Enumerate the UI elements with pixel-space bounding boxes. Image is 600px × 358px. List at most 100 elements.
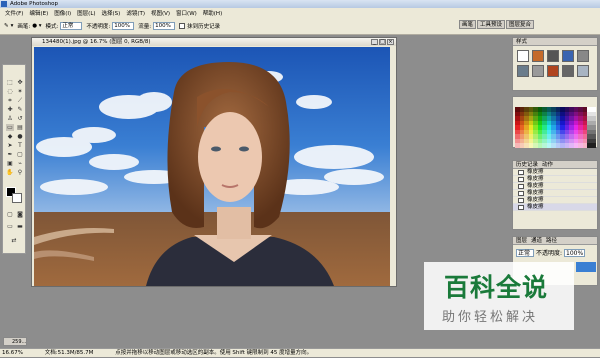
style-swatch[interactable] <box>532 50 544 62</box>
tab-channels[interactable]: 通道 <box>531 237 542 244</box>
tab-history[interactable]: 历史记录 <box>516 161 538 168</box>
close-icon[interactable]: × <box>387 39 394 45</box>
marquee-tool-icon[interactable]: ⬚ <box>6 79 14 86</box>
crop-tool-icon[interactable]: ⌗ <box>6 97 14 104</box>
history-brush-icon[interactable]: ↺ <box>16 115 24 122</box>
color-swatch[interactable] <box>591 143 596 148</box>
history-item[interactable]: 橡皮擦 <box>513 190 597 197</box>
imageready-icon[interactable]: ⇄ <box>10 237 18 244</box>
app-title: Adobe Photoshop <box>10 1 59 7</box>
brush-tool-icon[interactable]: ✎ <box>16 106 24 113</box>
fullscreen-mode-icon[interactable]: ▬ <box>16 223 24 230</box>
notes-tool-icon[interactable]: ▣ <box>6 160 14 167</box>
history-state-icon <box>518 184 524 189</box>
menu-select[interactable]: 选择(S) <box>99 9 124 17</box>
blend-mode-select[interactable]: 正常 <box>516 248 534 257</box>
stamp-tool-icon[interactable]: ♙ <box>6 115 14 122</box>
toolbox: ⬚ ✥ ◌ ✶ ⌗ ⟋ ✚ ✎ ♙ ↺ ▭ ▤ ◆ ● ➤ T ✒ ▢ ▣ ⌁ … <box>2 64 26 254</box>
flow-label: 流量: <box>138 23 152 30</box>
pen-tool-icon[interactable]: ✒ <box>6 151 14 158</box>
mode-label: 模式: <box>45 23 59 30</box>
watermark-title: 百科全说 <box>444 273 549 302</box>
type-tool-icon[interactable]: T <box>16 142 24 149</box>
menu-filter[interactable]: 滤镜(T) <box>123 9 148 17</box>
mode-select[interactable]: 正常 <box>60 21 83 30</box>
maximize-icon[interactable]: □ <box>379 39 386 45</box>
tab-actions[interactable]: 动作 <box>542 161 553 168</box>
style-swatch[interactable] <box>577 50 589 62</box>
image-canvas[interactable] <box>34 47 390 286</box>
standard-mode-icon[interactable]: ▢ <box>6 211 14 218</box>
tab-tool-presets[interactable]: 工具预设 <box>476 20 505 29</box>
history-item[interactable]: 橡皮擦 <box>513 204 597 211</box>
background-color-swatch[interactable] <box>12 193 22 203</box>
watermark: 百科全说 助你轻松解决 <box>424 262 574 330</box>
minimized-document[interactable]: 259... <box>3 337 27 346</box>
shape-tool-icon[interactable]: ▢ <box>16 151 24 158</box>
eyedropper-icon[interactable]: ⌁ <box>16 160 24 167</box>
options-bar: ✎ ▾ 画笔: ● ▾ 模式: 正常 不透明度: 100% 流量: 100% 抹到… <box>0 17 600 35</box>
swatch-grid[interactable] <box>515 107 596 148</box>
menu-help[interactable]: 帮助(H) <box>200 9 225 17</box>
minimize-icon[interactable]: _ <box>371 39 378 45</box>
photoshop-logo-icon <box>1 1 7 7</box>
history-item[interactable]: 橡皮擦 <box>513 176 597 183</box>
flow-input[interactable]: 100% <box>153 21 176 30</box>
tab-styles[interactable]: 样式 <box>516 38 527 45</box>
tab-paths[interactable]: 路径 <box>546 237 557 244</box>
brush-picker[interactable]: ● ▾ <box>32 23 41 29</box>
move-tool-icon[interactable]: ✥ <box>16 79 24 86</box>
style-swatch[interactable] <box>562 65 574 77</box>
tab-brushes[interactable]: 画笔 <box>458 20 476 29</box>
status-bar: 16.67% 文档:51.3M/85.7M 点按并拖移以移动图层或移动选区的副本… <box>0 348 600 357</box>
history-item[interactable]: 橡皮擦 <box>513 197 597 204</box>
layer-thumbnail[interactable] <box>576 262 596 272</box>
screen-mode-icon[interactable]: ▭ <box>6 223 14 230</box>
menu-image[interactable]: 图像(I) <box>51 9 74 17</box>
menu-layer[interactable]: 图层(L) <box>74 9 98 17</box>
style-swatch[interactable] <box>562 50 574 62</box>
style-swatch[interactable] <box>547 50 559 62</box>
tab-layers[interactable]: 图层 <box>516 237 527 244</box>
lasso-tool-icon[interactable]: ◌ <box>6 88 14 95</box>
menu-file[interactable]: 文件(F) <box>2 9 26 17</box>
layer-opacity-input[interactable]: 100% <box>564 248 586 257</box>
tab-layer-comps[interactable]: 图层复合 <box>505 20 534 29</box>
zoom-tool-icon[interactable]: ⚲ <box>16 169 24 176</box>
history-item[interactable]: 橡皮擦 <box>513 169 597 176</box>
palette-well: 画笔 工具预设 图层复合 <box>458 20 534 29</box>
opacity-input[interactable]: 100% <box>112 21 135 30</box>
watermark-subtitle: 助你轻松解决 <box>442 310 539 325</box>
hand-tool-icon[interactable]: ✋ <box>6 169 14 176</box>
menu-window[interactable]: 窗口(W) <box>173 9 200 17</box>
style-swatch[interactable] <box>547 65 559 77</box>
tool-preset-picker[interactable]: ✎ ▾ <box>4 23 13 29</box>
status-doc-size: 文档:51.3M/85.7M <box>44 350 94 356</box>
dodge-tool-icon[interactable]: ● <box>16 133 24 140</box>
magic-wand-icon[interactable]: ✶ <box>16 88 24 95</box>
history-item[interactable]: 橡皮擦 <box>513 183 597 190</box>
menu-view[interactable]: 视图(V) <box>148 9 173 17</box>
menu-edit[interactable]: 编辑(E) <box>26 9 51 17</box>
document-titlebar[interactable]: 134480(1).jpg @ 16.7% (图层 0, RGB/8) _ □ … <box>32 38 396 46</box>
eraser-tool-icon[interactable]: ▭ <box>6 124 14 131</box>
layer-opacity-label: 不透明度: <box>536 250 563 257</box>
style-swatch[interactable] <box>517 65 529 77</box>
history-state-icon <box>518 205 524 210</box>
path-select-icon[interactable]: ➤ <box>6 142 14 149</box>
erase-to-history-checkbox[interactable] <box>179 22 186 29</box>
style-swatch[interactable] <box>517 50 529 62</box>
gradient-tool-icon[interactable]: ▤ <box>16 124 24 131</box>
slice-tool-icon[interactable]: ⟋ <box>16 97 24 104</box>
swatches-panel <box>512 96 598 148</box>
erase-to-history-label: 抹到历史记录 <box>187 23 221 30</box>
style-swatch[interactable] <box>532 65 544 77</box>
document-title: 134480(1).jpg @ 16.7% (图层 0, RGB/8) <box>42 39 151 45</box>
healing-brush-icon[interactable]: ✚ <box>6 106 14 113</box>
portrait-photo <box>34 47 390 286</box>
style-swatch[interactable] <box>577 65 589 77</box>
blur-tool-icon[interactable]: ◆ <box>6 133 14 140</box>
quick-mask-icon[interactable]: ◙ <box>16 211 24 218</box>
menu-bar: 文件(F) 编辑(E) 图像(I) 图层(L) 选择(S) 滤镜(T) 视图(V… <box>0 8 600 17</box>
opacity-label: 不透明度: <box>86 23 111 30</box>
